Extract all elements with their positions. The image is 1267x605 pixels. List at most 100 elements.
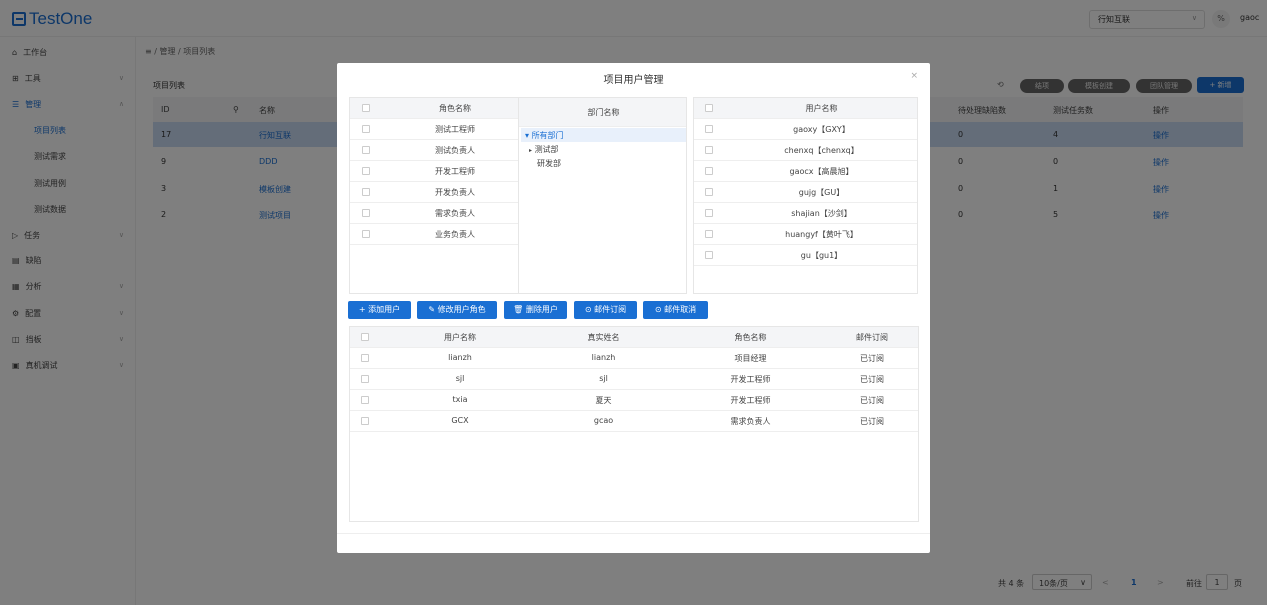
- role-label: 开发负责人: [435, 188, 475, 197]
- user-checkbox[interactable]: [705, 209, 713, 217]
- role-checkbox[interactable]: [362, 167, 370, 175]
- mail-subscribe-button[interactable]: ⊙ 邮件订阅: [574, 301, 637, 319]
- user-label: gu【gu1】: [800, 251, 843, 260]
- cell-username: lianzh: [448, 353, 472, 362]
- role-label: 测试负责人: [435, 146, 475, 155]
- member-checkbox[interactable]: [361, 354, 369, 362]
- cell-mail: 已订阅: [860, 396, 884, 405]
- user-row[interactable]: shajian【沙剑】: [694, 203, 917, 224]
- member-row[interactable]: txia 夏天 开发工程师 已订阅: [350, 390, 918, 411]
- tree-node-rd-dept[interactable]: 研发部: [537, 158, 561, 169]
- cell-realname: 夏天: [595, 396, 612, 405]
- users-header-label: 用户名称: [805, 104, 838, 113]
- role-checkbox[interactable]: [362, 209, 370, 217]
- select-all-users-checkbox[interactable]: [705, 104, 713, 112]
- user-checkbox[interactable]: [705, 125, 713, 133]
- member-row[interactable]: sjl sjl 开发工程师 已订阅: [350, 369, 918, 390]
- cell-username: GCX: [451, 416, 469, 425]
- column-header: 角色名称: [734, 333, 767, 342]
- role-checkbox[interactable]: [362, 146, 370, 154]
- user-row[interactable]: huangyf【黄叶飞】: [694, 224, 917, 245]
- column-header: 真实姓名: [587, 333, 620, 342]
- tree-node-test-dept[interactable]: ▸ 测试部: [529, 144, 559, 155]
- cell-realname: sjl: [599, 374, 608, 383]
- cell-username: sjl: [455, 374, 465, 383]
- project-user-modal: 项目用户管理 × 角色名称 测试工程师 测试负责人 开发工程师 开发负责人 需求…: [337, 63, 930, 553]
- user-row[interactable]: gujg【GU】: [694, 182, 917, 203]
- tree-node-all-departments[interactable]: ▾ 所有部门: [521, 128, 686, 142]
- role-checkbox[interactable]: [362, 230, 370, 238]
- user-row[interactable]: gaoxy【GXY】: [694, 119, 917, 140]
- roles-panel: 角色名称 测试工程师 测试负责人 开发工程师 开发负责人 需求负责人 业务负责人: [349, 97, 519, 294]
- cell-mail: 已订阅: [860, 417, 884, 426]
- member-row[interactable]: lianzh lianzh 项目经理 已订阅: [350, 348, 918, 369]
- role-row[interactable]: 测试工程师: [350, 119, 518, 140]
- user-checkbox[interactable]: [705, 230, 713, 238]
- edit-icon: ✎: [428, 305, 436, 314]
- role-row[interactable]: 需求负责人: [350, 203, 518, 224]
- check-circle-icon: ⊙: [584, 305, 592, 314]
- role-row[interactable]: 业务负责人: [350, 224, 518, 245]
- user-label: gaoxy【GXY】: [793, 125, 850, 134]
- column-header: 邮件订阅: [856, 333, 888, 342]
- cell-mail: 已订阅: [860, 375, 884, 384]
- add-user-button[interactable]: + 添加用户: [348, 301, 411, 319]
- departments-panel: 部门名称 ▾ 所有部门 ▸ 测试部 研发部: [518, 97, 687, 294]
- role-label: 需求负责人: [435, 209, 475, 218]
- button-label: 邮件订阅: [594, 305, 627, 314]
- cell-username: txia: [452, 395, 468, 404]
- role-checkbox[interactable]: [362, 125, 370, 133]
- departments-header: 部门名称: [519, 98, 686, 127]
- cell-mail: 已订阅: [860, 354, 884, 363]
- user-checkbox[interactable]: [705, 188, 713, 196]
- user-row[interactable]: chenxq【chenxq】: [694, 140, 917, 161]
- column-header: 用户名称: [444, 333, 476, 342]
- role-row[interactable]: 测试负责人: [350, 140, 518, 161]
- caret-right-icon: ▸: [529, 147, 533, 154]
- user-label: gaocx【高晨旭】: [789, 167, 854, 176]
- cell-role: 需求负责人: [730, 417, 771, 426]
- button-label: 邮件取消: [664, 305, 697, 314]
- tree-node-label: 测试部: [534, 145, 559, 154]
- user-label: shajian【沙剑】: [791, 209, 852, 218]
- member-table: 用户名称 真实姓名 角色名称 邮件订阅 lianzh lianzh 项目经理 已…: [349, 326, 919, 522]
- caret-down-icon: ▾: [525, 131, 530, 140]
- user-row[interactable]: gu【gu1】: [694, 245, 917, 266]
- delete-user-button[interactable]: 🗑 删除用户: [504, 301, 567, 319]
- mail-unsubscribe-button[interactable]: ⊙ 邮件取消: [643, 301, 708, 319]
- role-row[interactable]: 开发工程师: [350, 161, 518, 182]
- edit-user-role-button[interactable]: ✎ 修改用户角色: [417, 301, 497, 319]
- roles-header: 角色名称: [350, 98, 518, 119]
- cell-role: 项目经理: [734, 354, 767, 363]
- user-row[interactable]: gaocx【高晨旭】: [694, 161, 917, 182]
- trash-icon: 🗑: [513, 305, 524, 314]
- role-label: 业务负责人: [435, 230, 475, 239]
- member-checkbox[interactable]: [361, 396, 369, 404]
- users-header: 用户名称: [694, 98, 917, 119]
- role-checkbox[interactable]: [362, 188, 370, 196]
- cell-realname: gcao: [593, 416, 614, 425]
- cell-realname: lianzh: [591, 353, 616, 362]
- role-label: 开发工程师: [435, 167, 475, 176]
- role-row[interactable]: 开发负责人: [350, 182, 518, 203]
- user-checkbox[interactable]: [705, 251, 713, 259]
- cell-role: 开发工程师: [730, 375, 771, 384]
- user-checkbox[interactable]: [705, 146, 713, 154]
- select-all-roles-checkbox[interactable]: [362, 104, 370, 112]
- user-label: huangyf【黄叶飞】: [785, 230, 858, 239]
- user-label: gujg【GU】: [798, 188, 845, 197]
- button-label: 删除用户: [525, 305, 558, 314]
- cancel-circle-icon: ⊙: [654, 305, 662, 314]
- tree-node-label: 所有部门: [531, 131, 564, 140]
- close-icon[interactable]: ×: [910, 71, 918, 81]
- member-checkbox[interactable]: [361, 417, 369, 425]
- user-checkbox[interactable]: [705, 167, 713, 175]
- cell-role: 开发工程师: [730, 396, 771, 405]
- modal-footer: [337, 533, 930, 534]
- select-all-members-checkbox[interactable]: [361, 333, 369, 341]
- member-table-header: 用户名称 真实姓名 角色名称 邮件订阅: [350, 327, 918, 348]
- member-checkbox[interactable]: [361, 375, 369, 383]
- button-label: 修改用户角色: [437, 305, 486, 314]
- member-row[interactable]: GCX gcao 需求负责人 已订阅: [350, 411, 918, 432]
- departments-header-label: 部门名称: [587, 108, 620, 117]
